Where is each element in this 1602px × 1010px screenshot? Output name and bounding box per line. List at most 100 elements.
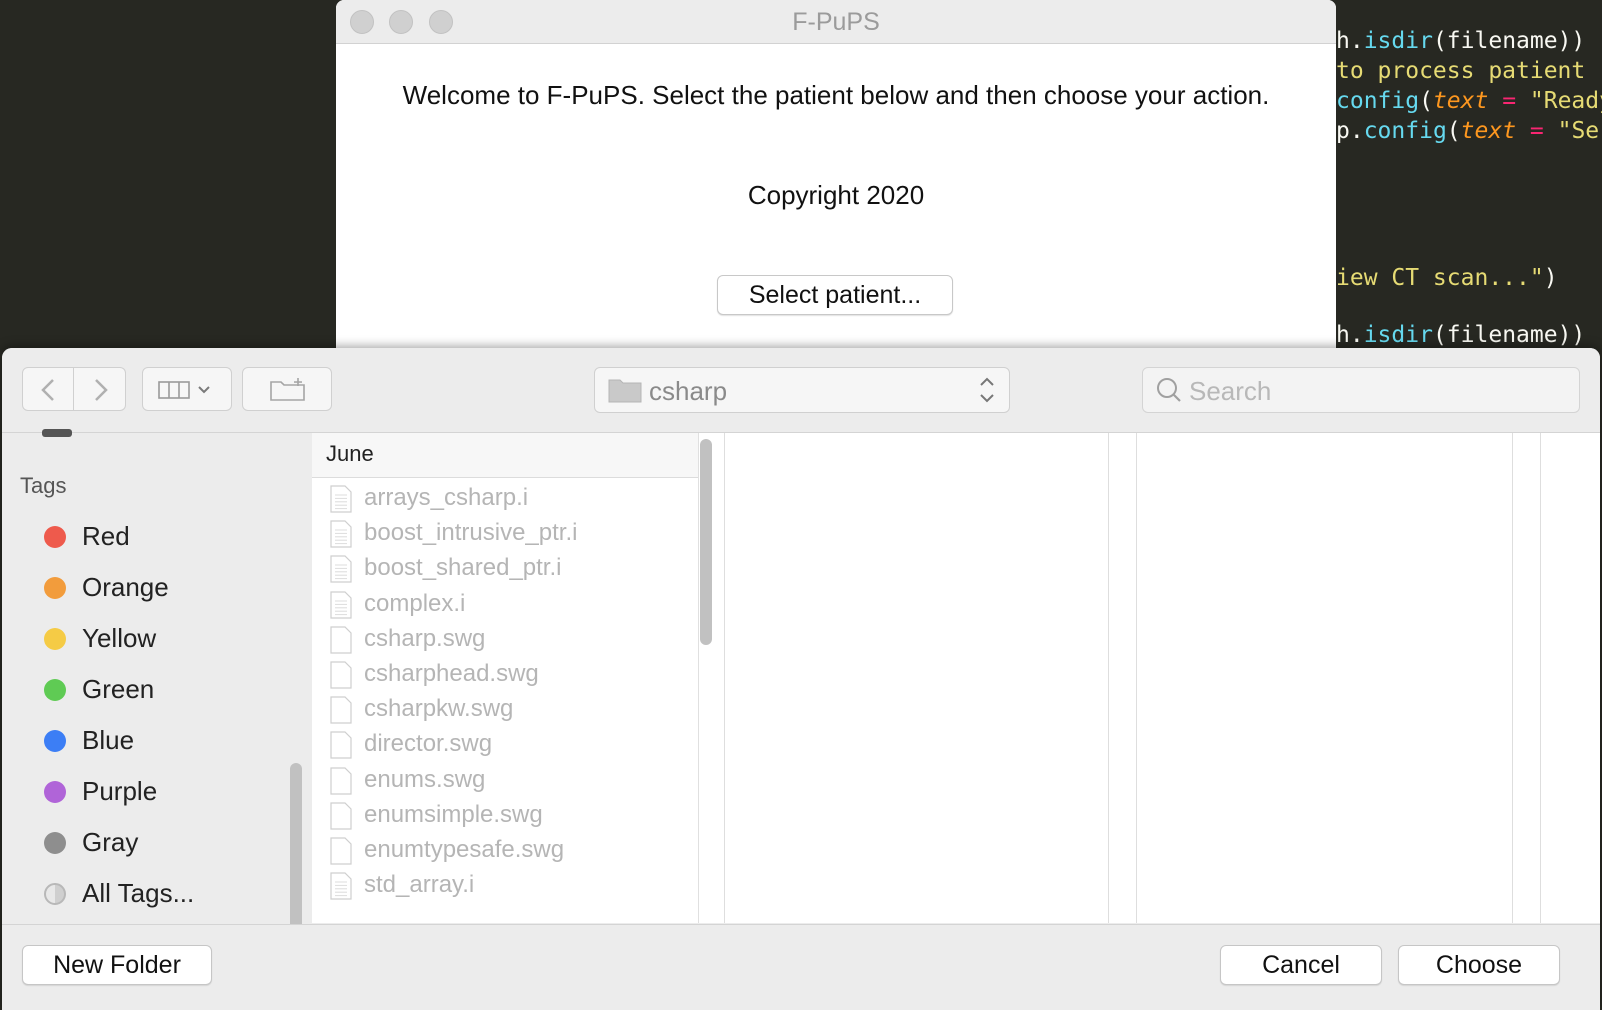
chevron-left-icon: [41, 379, 54, 401]
text-file-icon: [330, 555, 352, 583]
file-row[interactable]: boost_intrusive_ptr.i: [328, 517, 658, 551]
code-token: =: [1488, 88, 1530, 114]
sidebar-tag-green[interactable]: Green: [42, 670, 292, 710]
app-window: F-PuPS Welcome to F-PuPS. Select the pat…: [336, 0, 1336, 350]
location-label: csharp: [649, 376, 728, 406]
file-name: csharphead.swg: [364, 660, 539, 687]
code-token: (: [1419, 88, 1433, 114]
file-name: complex.i: [364, 589, 466, 617]
column-divider: [724, 433, 725, 923]
sidebar-tag-alltags[interactable]: All Tags...: [42, 874, 292, 914]
file-name: csharp.swg: [364, 624, 486, 652]
new-folder-toolbar-button[interactable]: [242, 367, 332, 411]
column-divider: [1540, 433, 1541, 923]
location-popup[interactable]: csharp: [594, 367, 1010, 413]
code-token: =: [1516, 118, 1558, 144]
file-row[interactable]: boost_shared_ptr.i: [328, 552, 658, 586]
sidebar-tag-orange[interactable]: Orange: [42, 568, 292, 608]
sidebar-tag-yellow[interactable]: Yellow: [42, 619, 292, 659]
file-name: csharpkw.swg: [364, 695, 514, 723]
blank-file-icon: [330, 661, 352, 689]
select-patient-button[interactable]: Select patient...: [717, 275, 953, 315]
tag-label: Green: [82, 674, 155, 704]
blank-file-icon: [330, 731, 352, 759]
file-row[interactable]: csharphead.swg: [328, 658, 658, 692]
code-token: (filename)): [1432, 322, 1586, 348]
tag-label: Yellow: [82, 623, 157, 653]
tags-section-title: Tags: [20, 473, 67, 498]
forward-button[interactable]: [74, 367, 126, 411]
choose-button[interactable]: Choose: [1398, 945, 1560, 985]
dialog-toolbar: csharp Search: [2, 348, 1600, 433]
file-row[interactable]: csharpkw.swg: [328, 693, 658, 727]
code-token: config: [1363, 118, 1447, 144]
code-token: to process patient: [1336, 58, 1600, 84]
code-token: isdir: [1363, 322, 1433, 348]
sidebar-tag-purple[interactable]: Purple: [42, 772, 292, 812]
tag-color-dot-icon: [44, 628, 66, 650]
text-file-icon: [330, 485, 352, 513]
column-divider: [1512, 433, 1513, 923]
blank-file-icon: [330, 766, 352, 795]
file-name: enums.swg: [364, 765, 486, 793]
blank-file-icon: [330, 837, 352, 865]
code-token: h.: [1336, 28, 1364, 54]
tag-label: Gray: [82, 827, 139, 857]
file-row[interactable]: arrays_csharp.i: [328, 482, 658, 516]
file-row[interactable]: enums.swg: [328, 764, 658, 798]
file-row[interactable]: director.swg: [328, 728, 658, 762]
up-down-chevron-icon: [980, 377, 994, 403]
blank-file-icon: [330, 802, 352, 830]
file-row[interactable]: std_array.i: [328, 869, 658, 903]
window-titlebar: F-PuPS: [336, 0, 1336, 44]
file-name: director.swg: [364, 730, 493, 758]
code-line: p.config(text = "Se: [1336, 118, 1599, 144]
text-file-icon: [330, 520, 352, 548]
text-file-icon: [330, 590, 352, 619]
blank-file-icon: [330, 626, 352, 654]
file-row[interactable]: csharp.swg: [328, 623, 658, 657]
dialog-footer: New Folder Cancel Choose: [2, 924, 1600, 1010]
tag-color-dot-icon: [44, 526, 66, 548]
file-name: std_array.i: [364, 871, 475, 899]
code-line: iew CT scan..."): [1336, 265, 1558, 291]
search-placeholder: Search: [1189, 376, 1272, 406]
sidebar-tag-gray[interactable]: Gray: [42, 823, 292, 863]
sidebar-tag-blue[interactable]: Blue: [42, 721, 292, 761]
new-folder-icon: [270, 378, 305, 401]
file-name: arrays_csharp.i: [364, 484, 529, 511]
view-mode-button[interactable]: [142, 367, 232, 411]
column-divider: [1136, 433, 1137, 923]
tag-color-dot-icon: [44, 679, 66, 701]
tag-color-dot-icon: [44, 832, 66, 854]
tag-label: Blue: [82, 725, 135, 755]
file-row[interactable]: enumsimple.swg: [328, 799, 658, 833]
file-name: enumtypesafe.swg: [364, 836, 565, 863]
code-token: (filename)): [1432, 28, 1586, 54]
all-tags-icon: [44, 883, 66, 905]
back-button[interactable]: [22, 367, 74, 411]
code-token: text: [1460, 118, 1517, 144]
tag-color-dot-icon: [44, 730, 66, 752]
tag-color-dot-icon: [44, 577, 66, 599]
file-row[interactable]: complex.i: [328, 588, 658, 622]
code-line: h.isdir(filename)): [1336, 322, 1585, 348]
file-row[interactable]: enumtypesafe.swg: [328, 834, 658, 868]
cancel-button[interactable]: Cancel: [1220, 945, 1382, 985]
text-file-icon: [330, 872, 352, 900]
file-column: June arrays_csharp.i boost_intrusive_ptr.…: [312, 433, 699, 923]
column-header: June: [312, 433, 698, 478]
search-field[interactable]: Search: [1142, 367, 1580, 413]
folder-icon: [608, 379, 642, 403]
code-token: text: [1432, 88, 1489, 114]
new-folder-button[interactable]: New Folder: [22, 945, 212, 985]
welcome-text: Welcome to F-PuPS. Select the patient be…: [402, 80, 1270, 110]
file-name: boost_shared_ptr.i: [364, 554, 562, 582]
code-line: to process patient: [1336, 58, 1599, 84]
file-chooser-dialog: csharp Search Tags Red Orange Yellow Green B…: [2, 348, 1600, 1010]
sidebar-tag-red[interactable]: Red: [42, 517, 292, 557]
code-token: p.: [1336, 118, 1364, 144]
file-column-scrollbar[interactable]: [700, 439, 712, 645]
code-token: config: [1336, 88, 1420, 114]
code-line: config(text = "Ready: [1336, 88, 1602, 114]
